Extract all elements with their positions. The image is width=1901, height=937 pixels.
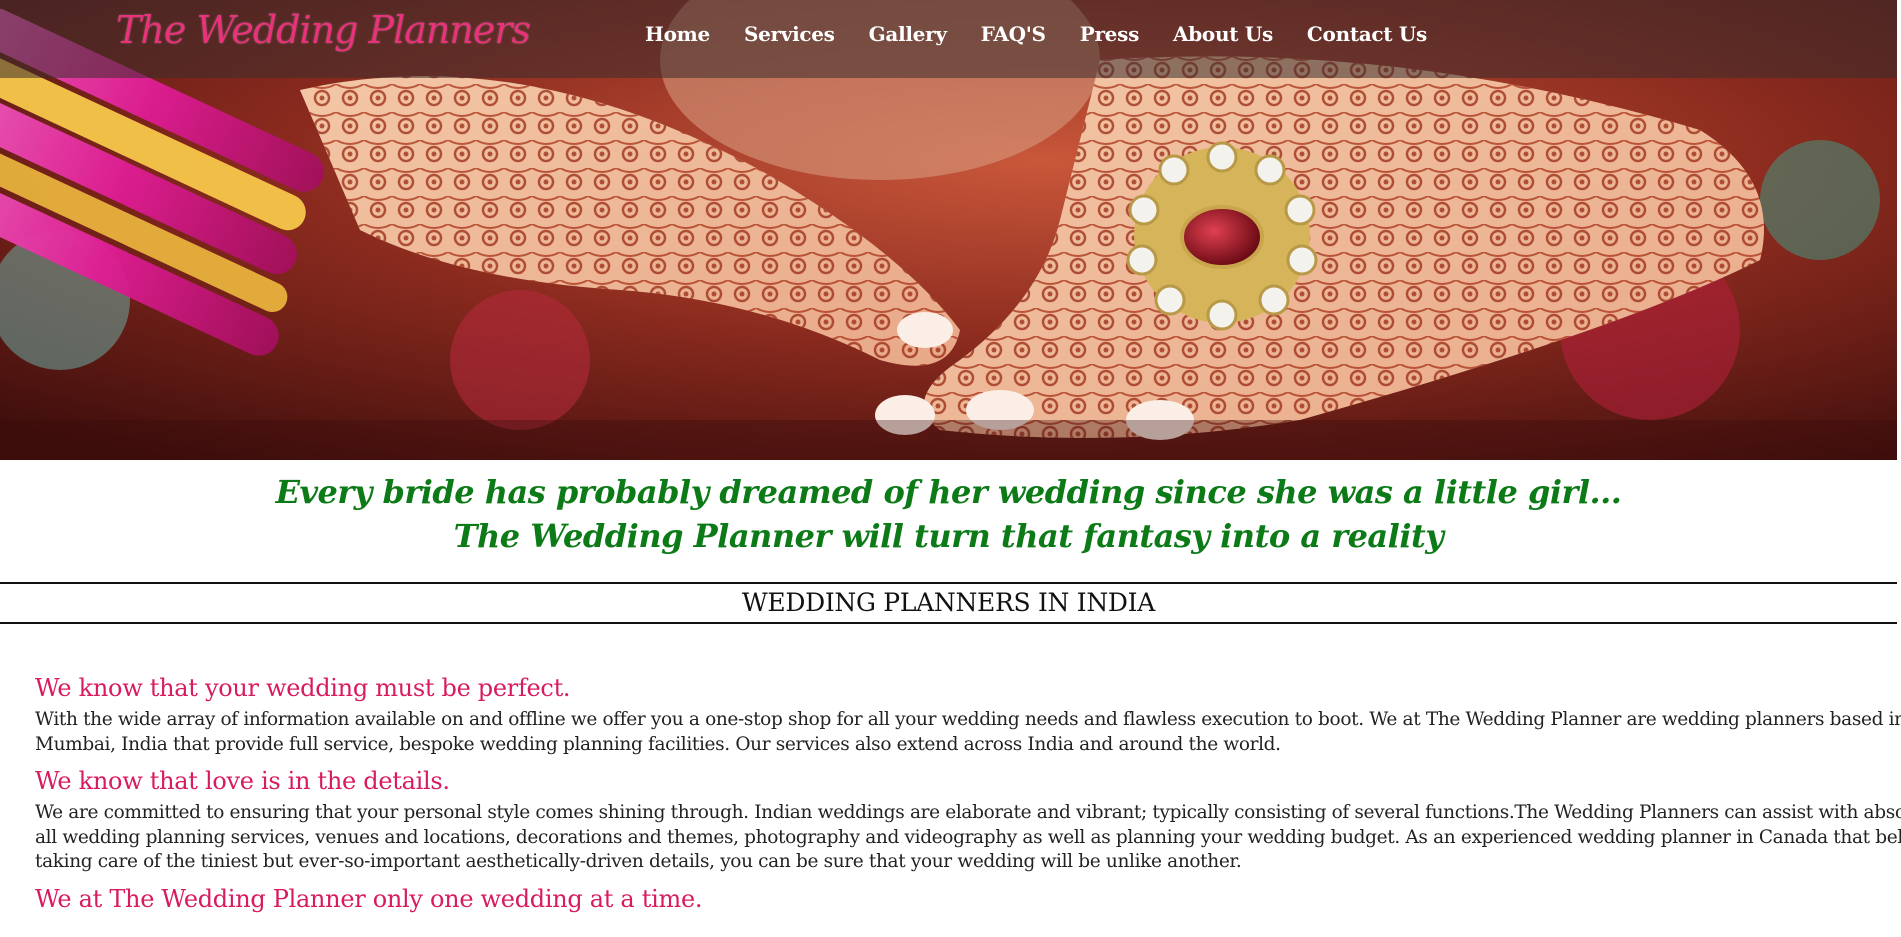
nav-home[interactable]: Home (645, 22, 710, 46)
site-logo[interactable]: The Wedding Planners (116, 8, 531, 52)
tagline-line-2: The Wedding Planner will turn that fanta… (453, 517, 1444, 555)
paragraph-line: With the wide array of information avail… (35, 709, 1901, 730)
nav-contact-us[interactable]: Contact Us (1307, 22, 1427, 46)
heading-love-in-details: We know that love is in the details. (35, 767, 450, 795)
paragraph-personal-style: We are committed to ensuring that your p… (35, 801, 1901, 875)
main-content: We know that your wedding must be perfec… (35, 668, 1901, 919)
page: The Wedding Planners Home Services Galle… (0, 0, 1901, 937)
nav-services[interactable]: Services (744, 22, 835, 46)
nav-press[interactable]: Press (1080, 22, 1140, 46)
nav-faqs[interactable]: FAQ'S (981, 22, 1046, 46)
tagline: Every bride has probably dreamed of her … (0, 470, 1897, 558)
heading-perfect-wedding: We know that your wedding must be perfec… (35, 674, 571, 702)
paragraph-line: Mumbai, India that provide full service,… (35, 733, 1281, 755)
top-navbar: The Wedding Planners Home Services Galle… (0, 0, 1897, 78)
tagline-line-1: Every bride has probably dreamed of her … (275, 473, 1622, 511)
hero-image: The Wedding Planners Home Services Galle… (0, 0, 1897, 460)
nav-gallery[interactable]: Gallery (869, 22, 947, 46)
paragraph-one-stop-shop: With the wide array of information avail… (35, 708, 1901, 757)
heading-one-wedding-at-a-time: We at The Wedding Planner only one weddi… (35, 884, 703, 913)
paragraph-line: We are committed to ensuring that your p… (35, 802, 1901, 823)
section-title: WEDDING PLANNERS IN INDIA (0, 582, 1897, 624)
nav-about-us[interactable]: About Us (1173, 22, 1273, 46)
main-nav: Home Services Gallery FAQ'S Press About … (645, 22, 1461, 46)
paragraph-line: all wedding planning services, venues an… (35, 826, 1901, 848)
paragraph-line: taking care of the tiniest but ever-so-i… (35, 851, 1242, 872)
